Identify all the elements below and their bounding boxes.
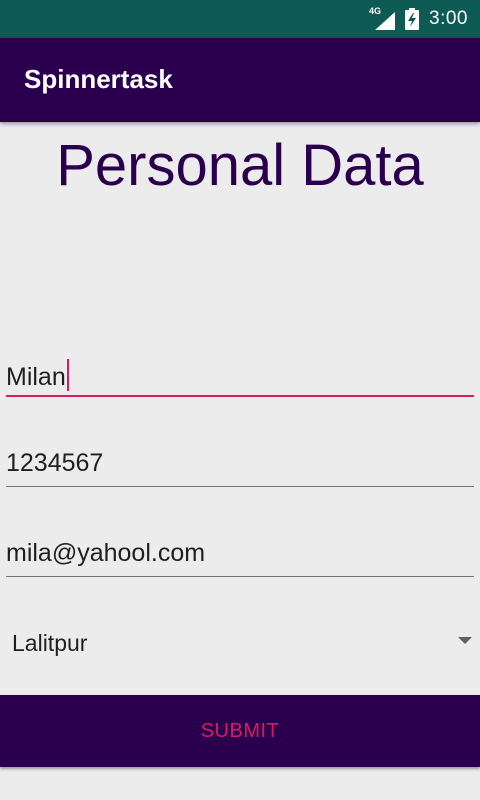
phone-field-value: 1234567 (6, 449, 104, 477)
phone-field[interactable]: 1234567 (6, 441, 474, 487)
name-field-value: Milan (6, 359, 69, 392)
status-bar: 4G 3:00 (0, 0, 480, 38)
battery-charging-icon (405, 8, 420, 30)
email-field[interactable]: mila@yahool.com (6, 531, 474, 577)
signal-icon (375, 12, 396, 30)
app-bar: Spinnertask (0, 38, 480, 122)
submit-button[interactable]: SUBMIT (0, 695, 480, 767)
network-indicator: 4G (369, 6, 396, 30)
status-icons: 4G 3:00 (369, 0, 468, 38)
name-field[interactable]: Milan (6, 351, 474, 397)
page-heading: Personal Data (56, 133, 424, 198)
city-spinner[interactable]: Lalitpur (0, 620, 480, 666)
text-cursor (66, 359, 69, 391)
dropdown-arrow-icon (458, 637, 472, 644)
email-field-value: mila@yahool.com (6, 539, 206, 567)
name-field-text: Milan (6, 363, 66, 391)
app-title: Spinnertask (24, 64, 173, 94)
city-spinner-value: Lalitpur (12, 630, 88, 656)
status-clock: 3:00 (429, 8, 468, 29)
